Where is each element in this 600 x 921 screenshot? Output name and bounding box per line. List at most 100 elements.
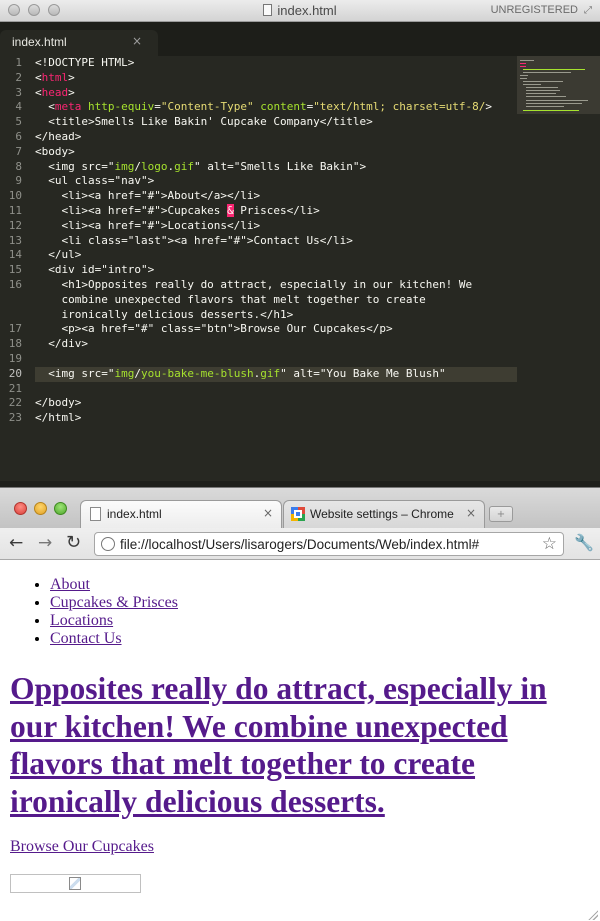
zoom-window-button[interactable]: [54, 502, 67, 515]
editor-tab-label: index.html: [12, 35, 67, 49]
line-number: 15: [8, 263, 22, 277]
code-token: you-bake-me-blush: [140, 366, 254, 380]
code-line[interactable]: </div>: [35, 337, 517, 352]
nav-item: Contact Us: [50, 630, 178, 648]
code-line[interactable]: <!DOCTYPE HTML>: [35, 56, 517, 71]
line-number: 9: [15, 174, 22, 188]
code-token: </ul>: [35, 248, 82, 262]
code-token: =: [154, 100, 161, 114]
address-bar[interactable]: file://localhost/Users/lisarogers/Docume…: [94, 532, 564, 556]
code-editor[interactable]: <!DOCTYPE HTML> <html> <head> < meta http-e…: [35, 56, 517, 426]
code-token: "Content-Type": [160, 100, 254, 114]
code-token: " alt="Smells Like Bakin">: [193, 159, 367, 173]
close-tab-icon[interactable]: ×: [466, 506, 476, 520]
browse-cupcakes-link[interactable]: Browse Our Cupcakes: [10, 838, 154, 856]
code-line[interactable]: </ul>: [35, 248, 517, 263]
close-window-button[interactable]: [14, 502, 27, 515]
close-tab-icon[interactable]: ×: [263, 506, 273, 520]
code-token: " alt="You Bake Me Blush": [280, 366, 446, 380]
code-line[interactable]: combine unexpected flavors that melt tog…: [35, 293, 517, 308]
minimap[interactable]: [517, 56, 600, 114]
fullscreen-icon[interactable]: ⤢: [584, 5, 595, 16]
sublime-window: index.html UNREGISTERED ⤢ index.html × 1…: [0, 0, 600, 487]
code-token: /: [134, 159, 141, 173]
code-line[interactable]: <div id="intro">: [35, 263, 517, 278]
code-token: gif: [260, 366, 281, 380]
code-token: <li><a href="#">Cupcakes: [35, 203, 228, 217]
forward-arrow-icon[interactable]: →: [38, 533, 52, 553]
browser-tab-website-settings[interactable]: Website settings – Chrome H ×: [283, 500, 485, 528]
line-number: [0, 308, 28, 323]
wrench-menu-icon[interactable]: 🔧: [574, 533, 594, 552]
code-line[interactable]: <img src="img/you-bake-me-blush.gif" alt…: [35, 366, 517, 382]
new-tab-button[interactable]: +: [489, 506, 513, 522]
page-viewport: About Cupcakes & Prisces Locations Conta…: [0, 560, 600, 921]
document-icon: [90, 507, 101, 521]
code-line[interactable]: </html>: [35, 411, 517, 426]
code-line[interactable]: </body>: [35, 396, 517, 411]
line-number: 1: [15, 56, 22, 69]
intro-heading-link[interactable]: Opposites really do attract, especially …: [10, 670, 580, 820]
code-token: </head>: [35, 129, 82, 143]
code-line[interactable]: <head>: [35, 86, 517, 101]
code-line[interactable]: </head>: [35, 130, 517, 145]
code-token: <title>Smells Like Bakin' Cupcake Compan…: [35, 115, 373, 129]
code-token: content: [260, 100, 307, 114]
code-token: Prisces</li>: [233, 203, 320, 217]
reload-icon[interactable]: ↻: [66, 533, 81, 553]
code-token: html: [41, 70, 69, 84]
code-token: /: [134, 366, 141, 380]
code-token: img: [114, 366, 135, 380]
browser-tab-label: index.html: [107, 507, 162, 521]
code-line[interactable]: <h1>Opposites really do attract, especia…: [35, 278, 517, 293]
code-token: <body>: [35, 144, 75, 158]
code-token: <p><a href="#" class="btn">Browse Our Cu…: [35, 322, 393, 336]
close-tab-icon[interactable]: ×: [132, 34, 142, 48]
code-line[interactable]: <li class="last"><a href="#">Contact Us<…: [35, 234, 517, 249]
code-token: meta: [54, 100, 82, 114]
bookmark-star-icon[interactable]: ☆: [542, 534, 557, 554]
code-token: <: [35, 70, 42, 84]
line-number: 6: [15, 129, 22, 143]
nav-link-cupcakes[interactable]: Cupcakes & Prisces: [50, 594, 178, 611]
code-token: &: [227, 203, 234, 217]
code-token: >: [485, 100, 492, 114]
code-line[interactable]: <meta http-equiv="Content-Type" content=…: [35, 100, 517, 115]
code-line[interactable]: <p><a href="#" class="btn">Browse Our Cu…: [35, 322, 517, 337]
line-number: 16: [8, 277, 22, 291]
line-number: 10: [8, 189, 22, 203]
code-line[interactable]: <li><a href="#">Cupcakes & Prisces</li>: [35, 203, 517, 219]
line-number: 12: [8, 218, 22, 232]
code-token: <img src=": [35, 366, 115, 380]
code-line[interactable]: <title>Smells Like Bakin' Cupcake Compan…: [35, 115, 517, 130]
code-token: >: [68, 70, 75, 84]
code-line[interactable]: [35, 352, 517, 367]
page-info-icon[interactable]: [101, 537, 115, 551]
nav-link-contact[interactable]: Contact Us: [50, 630, 122, 647]
url-text[interactable]: file://localhost/Users/lisarogers/Docume…: [120, 537, 479, 552]
document-icon: [263, 4, 273, 16]
nav-link-about[interactable]: About: [50, 576, 90, 593]
browser-tab-index[interactable]: index.html ×: [80, 500, 282, 528]
editor-titlebar: index.html UNREGISTERED ⤢: [0, 0, 600, 22]
nav-item: About: [50, 576, 178, 594]
code-token: <!DOCTYPE HTML>: [35, 56, 135, 69]
code-line[interactable]: <img src="img/logo.gif" alt="Smells Like…: [35, 160, 517, 175]
code-line[interactable]: ironically delicious desserts.</h1>: [35, 308, 517, 323]
nav-link-locations[interactable]: Locations: [50, 612, 113, 629]
code-token: "text/html; charset=utf-8/: [313, 100, 486, 114]
minimize-window-button[interactable]: [34, 502, 47, 515]
code-line[interactable]: <ul class="nav">: [35, 174, 517, 189]
code-line[interactable]: <html>: [35, 71, 517, 86]
editor-tab-index[interactable]: index.html ×: [0, 30, 158, 56]
code-line[interactable]: <li><a href="#">About</a></li>: [35, 189, 517, 204]
code-line[interactable]: <li><a href="#">Locations</li>: [35, 219, 517, 234]
back-arrow-icon[interactable]: ←: [9, 533, 23, 553]
code-line[interactable]: <body>: [35, 145, 517, 160]
resize-grip-icon[interactable]: [588, 910, 598, 920]
nav-item: Locations: [50, 612, 178, 630]
code-line[interactable]: [35, 382, 517, 397]
code-token: http-equiv: [88, 100, 155, 114]
line-number: 19: [8, 351, 22, 365]
code-token: img: [114, 159, 135, 173]
